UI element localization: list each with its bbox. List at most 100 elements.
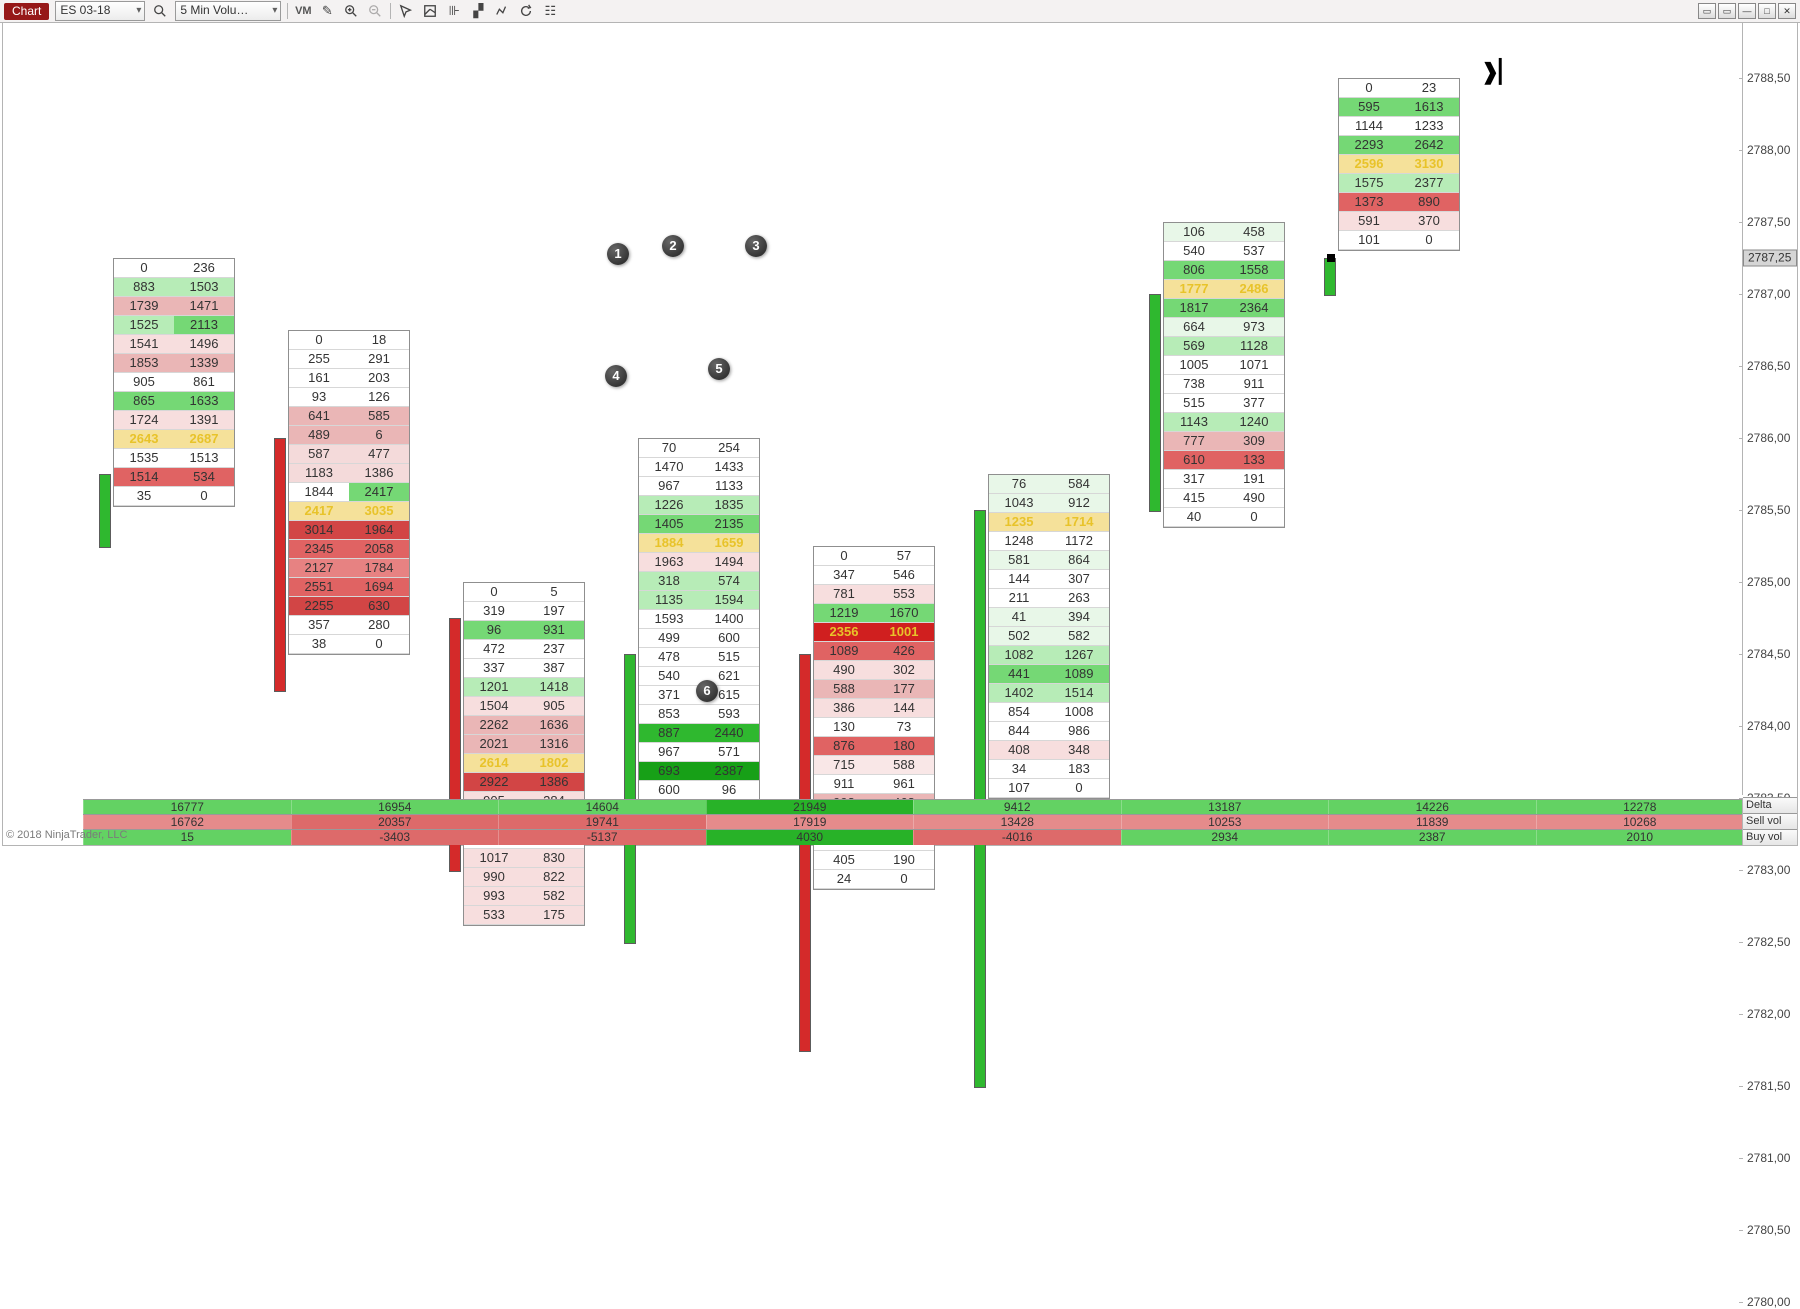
candle-body xyxy=(274,438,286,692)
ladder-row: 14701433 xyxy=(639,458,759,477)
ladder-row: 588177 xyxy=(814,680,934,699)
ladder-row: 26432687 xyxy=(114,430,234,449)
ladder-row: 18841659 xyxy=(639,534,759,553)
footer-cell: 16954 xyxy=(291,800,499,815)
candle-body xyxy=(99,474,111,548)
footer-volume-rows: 1677716954146042194994121318714226122781… xyxy=(3,799,1743,845)
vm-label[interactable]: VM xyxy=(294,2,312,20)
ladder-row: 9671133 xyxy=(639,477,759,496)
ladder-row: 876180 xyxy=(814,737,934,756)
ladder-row: 19631494 xyxy=(639,553,759,572)
ladder-row: 8651633 xyxy=(114,392,234,411)
y-axis[interactable]: 2788,502788,002787,502787,002786,502786,… xyxy=(1742,23,1797,795)
panel-icon[interactable]: ▞ xyxy=(469,2,487,20)
ladder-row: 641585 xyxy=(289,407,409,426)
ladder-row: 1070 xyxy=(989,779,1109,798)
footer-labels: Buy volSell volDelta (bar) xyxy=(1742,799,1797,845)
ladder-row: 34183 xyxy=(989,760,1109,779)
databox-icon[interactable] xyxy=(421,2,439,20)
copyright: © 2018 NinjaTrader, LLC xyxy=(6,829,127,841)
ladder-row: 25963130 xyxy=(1339,155,1459,174)
ladder-row: 5691128 xyxy=(1164,337,1284,356)
ladder-row: 211263 xyxy=(989,589,1109,608)
properties-icon[interactable]: ☷ xyxy=(541,2,559,20)
ladder-row: 22932642 xyxy=(1339,136,1459,155)
y-tick: 2788,50 xyxy=(1747,71,1790,85)
ladder-row: 400 xyxy=(1164,508,1284,527)
ladder-row: 255291 xyxy=(289,350,409,369)
ladder-row: 1504905 xyxy=(464,697,584,716)
bars-icon[interactable]: ⊪ xyxy=(445,2,463,20)
footer-cell: 2387 xyxy=(1328,830,1536,845)
close-btn[interactable]: ✕ xyxy=(1778,3,1796,19)
footer-cell: 13187 xyxy=(1121,800,1329,815)
ladder-row: 587477 xyxy=(289,445,409,464)
ladder-row: 12351714 xyxy=(989,513,1109,532)
cursor-icon[interactable] xyxy=(397,2,415,20)
footer-cell: 9412 xyxy=(913,800,1121,815)
ladder-row: 993582 xyxy=(464,887,584,906)
footer-row-buy-vol: 167771695414604219499412131871422612278 xyxy=(83,799,1743,815)
ladder-row: 499600 xyxy=(639,629,759,648)
zoom-out-icon[interactable] xyxy=(366,2,384,20)
ladder-row: 23561001 xyxy=(814,623,934,642)
search-icon[interactable] xyxy=(151,2,169,20)
ladder-row: 14021514 xyxy=(989,684,1109,703)
ladder: 7025414701433967113312261835140521351884… xyxy=(638,438,760,801)
ladder-row: 10051071 xyxy=(1164,356,1284,375)
zoom-in-icon[interactable] xyxy=(342,2,360,20)
cluster-3: 7025414701433967113312261835140521351884… xyxy=(638,438,760,801)
y-tick: 2786,00 xyxy=(1747,431,1790,445)
y-tick: 2783,00 xyxy=(1747,863,1790,877)
plot-area[interactable]: 0236883150317391471152521131541149618531… xyxy=(3,23,1743,795)
maximize-btn[interactable]: □ xyxy=(1758,3,1776,19)
ladder-row: 12011418 xyxy=(464,678,584,697)
ladder-row: 05 xyxy=(464,583,584,602)
cluster-5: 7658410439121235171412481172581864144307… xyxy=(988,474,1110,799)
ladder-row: 967571 xyxy=(639,743,759,762)
indicator-icon[interactable] xyxy=(493,2,511,20)
footer-cell: 4030 xyxy=(706,830,914,845)
ladder-row: 93126 xyxy=(289,388,409,407)
ladder-row: 357280 xyxy=(289,616,409,635)
ladder-row: 70254 xyxy=(639,439,759,458)
layout-btn-2[interactable]: ▭ xyxy=(1718,3,1736,19)
footer-cell: 10268 xyxy=(1536,815,1744,830)
timeframe-selector[interactable]: 5 Min Volu… xyxy=(175,1,281,21)
ladder-row: 380 xyxy=(289,635,409,654)
ladder-row: 8872440 xyxy=(639,724,759,743)
ladder-row: 738911 xyxy=(1164,375,1284,394)
layout-btn-1[interactable]: ▭ xyxy=(1698,3,1716,19)
ladder: 7658410439121235171412481172581864144307… xyxy=(988,474,1110,799)
ladder-row: 8061558 xyxy=(1164,261,1284,280)
ladder-row: 781553 xyxy=(814,585,934,604)
minimize-btn[interactable]: — xyxy=(1738,3,1756,19)
y-current-price: 2787,25 xyxy=(1743,250,1797,267)
ladder-row: 337387 xyxy=(464,659,584,678)
ladder-row: 1043912 xyxy=(989,494,1109,513)
refresh-icon[interactable] xyxy=(517,2,535,20)
y-tick: 2780,00 xyxy=(1747,1295,1790,1309)
ladder-row: 96931 xyxy=(464,621,584,640)
draw-pencil-icon[interactable]: ✎ xyxy=(318,2,336,20)
footer-cell: 20357 xyxy=(291,815,499,830)
candle-body xyxy=(1324,258,1336,296)
cluster-1: 0182552911612039312664158548965874771183… xyxy=(288,330,410,655)
ladder-row: 17241391 xyxy=(114,411,234,430)
y-tick: 2787,50 xyxy=(1747,215,1790,229)
ladder-row: 350 xyxy=(114,487,234,506)
footer-cell: 13428 xyxy=(913,815,1121,830)
last-price-marker xyxy=(1327,254,1335,262)
ladder-row: 18442417 xyxy=(289,483,409,502)
scroll-arrow-icon[interactable]: ❱▏ xyxy=(1481,59,1516,85)
instrument-selector[interactable]: ES 03-18 xyxy=(55,1,145,21)
footer-cell: 14226 xyxy=(1328,800,1536,815)
ladder-row: 11351594 xyxy=(639,591,759,610)
ladder-row: 4896 xyxy=(289,426,409,445)
ladder-row: 777309 xyxy=(1164,432,1284,451)
ladder-row: 515377 xyxy=(1164,394,1284,413)
footer-cell: 2010 xyxy=(1536,830,1744,845)
ladder-row: 581864 xyxy=(989,551,1109,570)
footer-row-delta-bar-: 15-3403-51374030-4016293423872010 xyxy=(83,829,1743,845)
footer-cell: 2934 xyxy=(1121,830,1329,845)
